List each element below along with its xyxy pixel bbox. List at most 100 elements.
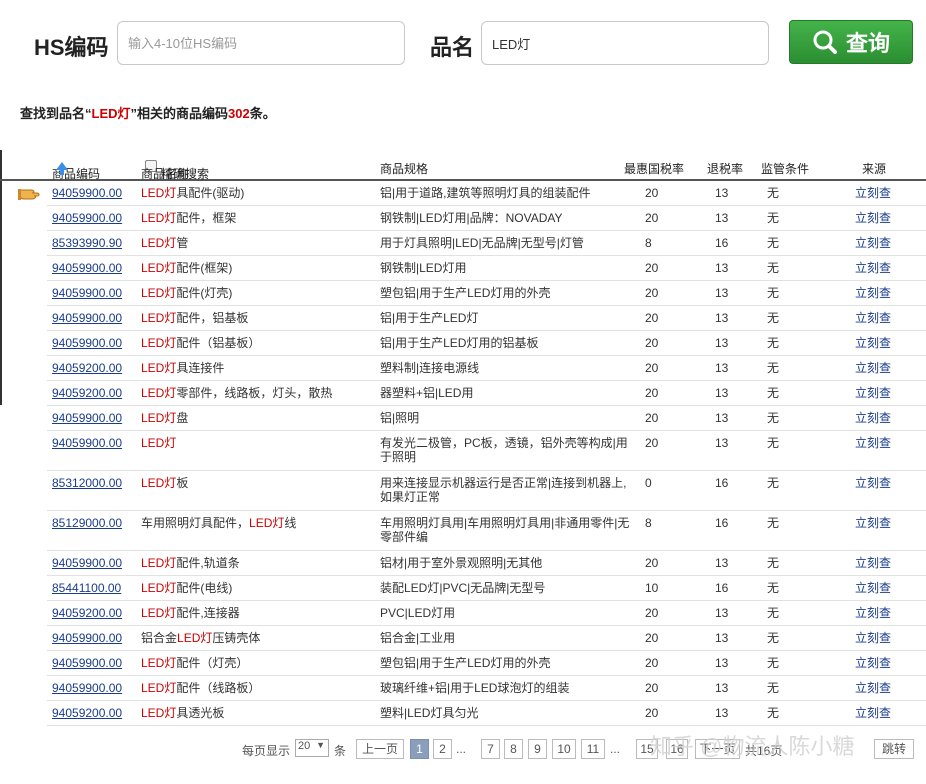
source-link[interactable]: 立刻查	[855, 261, 891, 275]
source-link[interactable]: 立刻查	[855, 386, 891, 400]
hs-code-link[interactable]: 85312000.00	[52, 476, 122, 490]
summary-keyword: LED灯	[91, 106, 131, 121]
refund-rate: 16	[715, 236, 729, 250]
product-name-prefix: 车用照明灯具配件，	[141, 516, 250, 530]
hs-code-link[interactable]: 85393990.90	[52, 236, 122, 250]
hs-code-link[interactable]: 94059900.00	[52, 286, 122, 300]
source-link[interactable]: 立刻查	[855, 211, 891, 225]
product-name-highlight: LED灯	[141, 606, 177, 620]
source-link[interactable]: 立刻查	[855, 581, 891, 595]
product-name: LED灯配件，铝基板	[141, 311, 361, 325]
page-button[interactable]: 10	[552, 739, 576, 759]
hs-code-link[interactable]: 94059900.00	[52, 436, 122, 450]
source-link[interactable]: 立刻查	[855, 236, 891, 250]
source-link[interactable]: 立刻查	[855, 361, 891, 375]
product-name-suffix: 具配件(驱动)	[176, 186, 245, 200]
source-link[interactable]: 立刻查	[855, 606, 891, 620]
mfn-rate: 20	[645, 336, 659, 350]
product-spec: 铝材|用于室外景观照明|无其他	[380, 556, 543, 570]
product-name: LED灯具透光板	[141, 706, 361, 720]
page-button[interactable]: 8	[504, 739, 523, 759]
page-button[interactable]: 1	[410, 739, 429, 759]
page-button[interactable]: 9	[528, 739, 547, 759]
source-link[interactable]: 立刻查	[855, 631, 891, 645]
hs-code-link[interactable]: 94059900.00	[52, 186, 122, 200]
source-link[interactable]: 立刻查	[855, 556, 891, 570]
product-name-highlight: LED灯	[141, 211, 177, 225]
mfn-rate: 20	[645, 361, 659, 375]
product-name: LED灯配件，框架	[141, 211, 361, 225]
source-link[interactable]: 立刻查	[855, 656, 891, 670]
hs-code-link[interactable]: 94059200.00	[52, 361, 122, 375]
mfn-rate: 20	[645, 261, 659, 275]
hs-code-link[interactable]: 94059200.00	[52, 706, 122, 720]
product-name: LED灯零部件，线路板，灯头，散热	[141, 386, 361, 400]
hs-code-link[interactable]: 94059900.00	[52, 211, 122, 225]
supervision-condition: 无	[767, 631, 780, 645]
hs-code-link[interactable]: 94059900.00	[52, 556, 122, 570]
supervision-condition: 无	[767, 236, 780, 250]
hs-code-link[interactable]: 94059900.00	[52, 411, 122, 425]
source-link[interactable]: 立刻查	[855, 706, 891, 720]
product-name-highlight: LED灯	[177, 631, 213, 645]
refund-rate: 13	[715, 336, 729, 350]
product-name: 车用照明灯具配件，LED灯线	[141, 516, 361, 530]
supervision-condition: 无	[767, 211, 780, 225]
hs-code-link[interactable]: 94059900.00	[52, 311, 122, 325]
hs-code-link[interactable]: 94059900.00	[52, 261, 122, 275]
source-link[interactable]: 立刻查	[855, 436, 891, 450]
product-spec: 玻璃纤维+铝|用于LED球泡灯的组装	[380, 681, 570, 695]
product-name-suffix: 盘	[176, 411, 189, 425]
per-page-select[interactable]: 20 ▼	[295, 739, 329, 757]
source-link[interactable]: 立刻查	[855, 411, 891, 425]
hs-code-link[interactable]: 94059900.00	[52, 656, 122, 670]
per-page-value: 20	[298, 740, 311, 752]
hs-code-input[interactable]	[117, 21, 405, 65]
hs-code-link[interactable]: 94059900.00	[52, 336, 122, 350]
product-name-highlight: LED灯	[141, 311, 177, 325]
product-name-highlight: LED灯	[141, 186, 177, 200]
source-link[interactable]: 立刻查	[855, 516, 891, 530]
product-spec: 装配LED灯|PVC|无品牌|无型号	[380, 581, 546, 595]
page-button[interactable]: 11	[581, 739, 605, 759]
source-link[interactable]: 立刻查	[855, 311, 891, 325]
source-link[interactable]: 立刻查	[855, 286, 891, 300]
product-name: 铝合金LED灯压铸壳体	[141, 631, 361, 645]
search-button[interactable]: 查询	[789, 20, 913, 64]
hs-code-link[interactable]: 94059200.00	[52, 386, 122, 400]
product-name-suffix: 配件(框架)	[176, 261, 233, 275]
product-name-highlight: LED灯	[141, 261, 177, 275]
source-link[interactable]: 立刻查	[855, 336, 891, 350]
product-name-suffix: 具透光板	[176, 706, 225, 720]
jump-button[interactable]: 跳转	[874, 739, 914, 759]
header-code[interactable]: 商品编码	[52, 160, 100, 181]
supervision-condition: 无	[767, 476, 780, 490]
product-name-input[interactable]	[481, 21, 769, 65]
product-name: LED灯配件（灯壳）	[141, 656, 361, 670]
header-refund: 退税率	[707, 162, 744, 176]
hs-code-link[interactable]: 85129000.00	[52, 516, 122, 530]
hs-code-link[interactable]: 94059900.00	[52, 631, 122, 645]
page-button[interactable]: 2	[433, 739, 452, 759]
hs-code-link[interactable]: 94059900.00	[52, 681, 122, 695]
product-spec: 钢铁制|LED灯用|品牌：NOVADAY	[380, 211, 563, 225]
supervision-condition: 无	[767, 336, 780, 350]
product-name-suffix: 配件（灯壳）	[176, 656, 249, 670]
product-name-suffix: 配件（线路板）	[176, 681, 261, 695]
prev-page-button[interactable]: 上一页	[356, 739, 404, 759]
table-row: 94059900.00 LED灯配件,轨道条 铝材|用于室外景观照明|无其他 20 13…	[47, 550, 926, 576]
product-name: LED灯配件,连接器	[141, 606, 361, 620]
source-link[interactable]: 立刻查	[855, 681, 891, 695]
page-button[interactable]: 7	[481, 739, 500, 759]
source-link[interactable]: 立刻查	[855, 476, 891, 490]
product-spec: 塑料制|连接电源线	[380, 361, 480, 375]
source-link[interactable]: 立刻查	[855, 186, 891, 200]
product-name: LED灯	[141, 436, 361, 450]
product-name: LED灯具配件(驱动)	[141, 186, 361, 200]
per-page-label: 每页显示	[242, 744, 291, 758]
sort-up-icon[interactable]	[56, 162, 68, 175]
product-name-highlight: LED灯	[141, 476, 177, 490]
hs-code-link[interactable]: 85441100.00	[52, 581, 121, 595]
hs-code-link[interactable]: 94059200.00	[52, 606, 122, 620]
refund-rate: 13	[715, 211, 729, 225]
